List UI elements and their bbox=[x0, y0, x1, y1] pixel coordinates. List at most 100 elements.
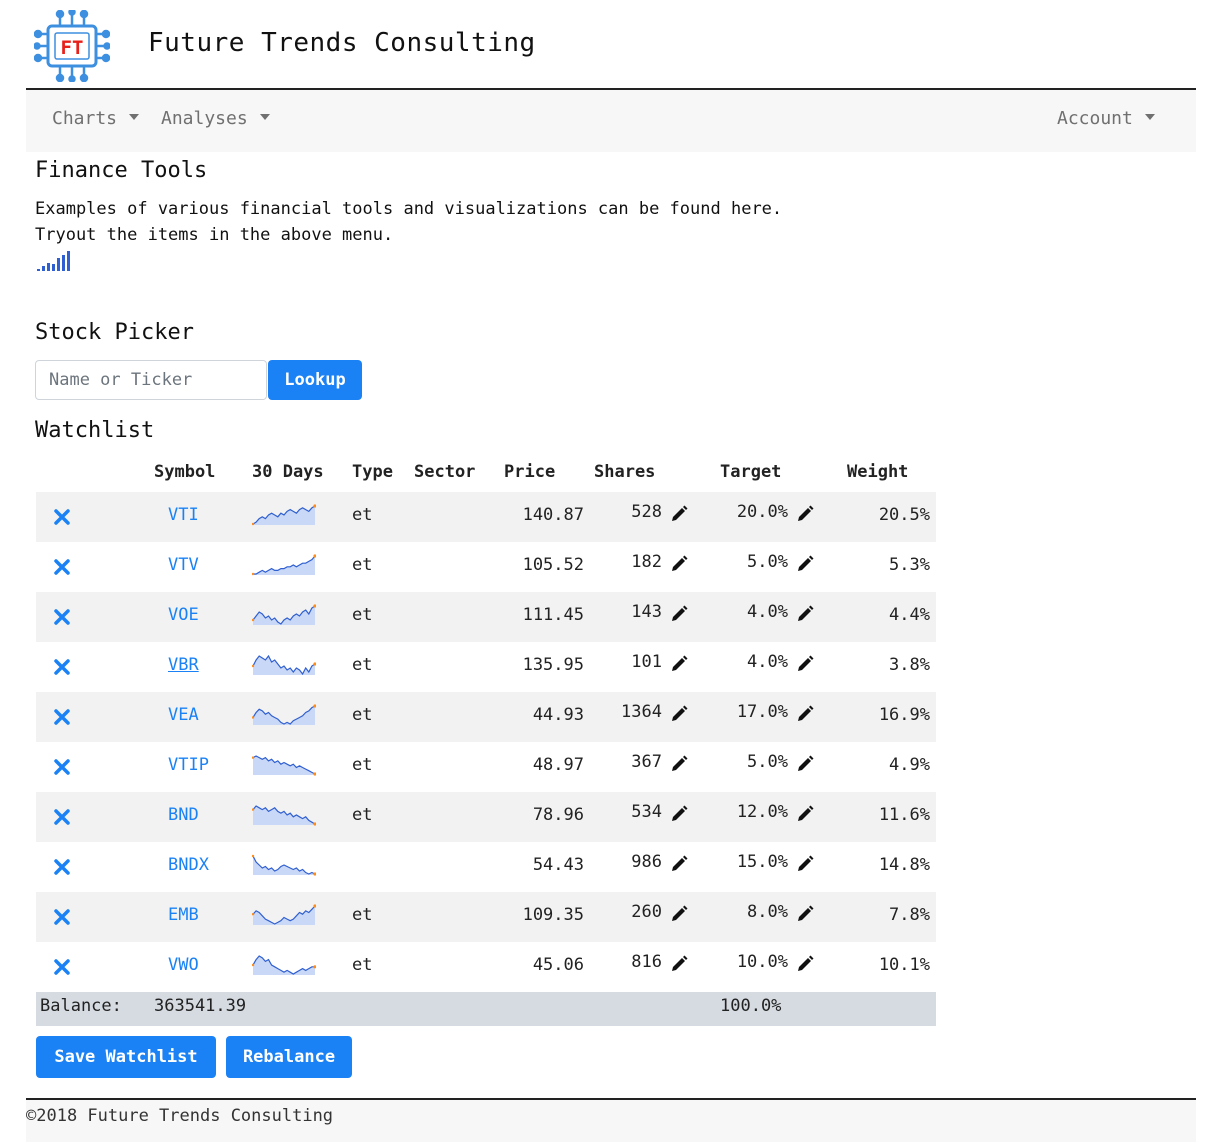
edit-shares-icon[interactable] bbox=[669, 554, 689, 574]
symbol-link[interactable]: VEA bbox=[168, 705, 199, 725]
remove-icon[interactable] bbox=[52, 557, 72, 577]
price-cell: 48.97 bbox=[532, 755, 584, 775]
sparkline-chart bbox=[252, 854, 316, 876]
nav-analyses-label: Analyses bbox=[161, 108, 248, 129]
col-symbol[interactable]: Symbol bbox=[154, 462, 215, 482]
remove-icon[interactable] bbox=[52, 907, 72, 927]
shares-cell: 986 bbox=[631, 852, 662, 872]
shares-cell: 101 bbox=[631, 652, 662, 672]
search-input[interactable] bbox=[35, 360, 267, 400]
nav-analyses-dropdown[interactable]: Analyses bbox=[161, 108, 270, 129]
edit-target-icon[interactable] bbox=[795, 604, 815, 624]
lookup-button[interactable]: Lookup bbox=[268, 360, 362, 400]
edit-target-icon[interactable] bbox=[795, 504, 815, 524]
table-row: BND et 78.96 534 12.0% 11.6% bbox=[36, 792, 936, 842]
edit-shares-icon[interactable] bbox=[669, 704, 689, 724]
col-shares[interactable]: Shares bbox=[594, 462, 655, 482]
edit-target-icon[interactable] bbox=[795, 804, 815, 824]
nav-charts-label: Charts bbox=[52, 108, 118, 129]
price-cell: 78.96 bbox=[532, 805, 584, 825]
col-type[interactable]: Type bbox=[352, 462, 393, 482]
chevron-down-icon bbox=[259, 113, 270, 120]
symbol-link[interactable]: VBR bbox=[168, 655, 199, 675]
sparkline-area bbox=[253, 606, 315, 625]
symbol-link[interactable]: VOE bbox=[168, 605, 199, 625]
edit-shares-icon[interactable] bbox=[669, 954, 689, 974]
save-watchlist-button[interactable]: Save Watchlist bbox=[36, 1036, 216, 1078]
remove-icon[interactable] bbox=[52, 757, 72, 777]
symbol-link[interactable]: VTV bbox=[168, 555, 199, 575]
footer: ©2018 Future Trends Consulting bbox=[26, 1098, 1196, 1142]
price-cell: 44.93 bbox=[532, 705, 584, 725]
svg-text:FT: FT bbox=[61, 37, 84, 59]
col-30-days[interactable]: 30 Days bbox=[252, 462, 324, 482]
edit-target-icon[interactable] bbox=[795, 854, 815, 874]
nav-account-dropdown[interactable]: Account bbox=[1057, 108, 1155, 129]
edit-target-icon[interactable] bbox=[795, 954, 815, 974]
remove-icon[interactable] bbox=[52, 607, 72, 627]
shares-cell: 182 bbox=[631, 552, 662, 572]
table-row: VWO et 45.06 816 10.0% 10.1% bbox=[36, 942, 936, 992]
remove-icon[interactable] bbox=[52, 857, 72, 877]
remove-icon[interactable] bbox=[52, 807, 72, 827]
table-row: EMB et 109.35 260 8.0% 7.8% bbox=[36, 892, 936, 942]
type-cell: et bbox=[352, 505, 373, 525]
stock-picker-title: Stock Picker bbox=[35, 320, 194, 345]
brand-title[interactable]: Future Trends Consulting bbox=[148, 28, 536, 58]
weight-cell: 4.4% bbox=[889, 605, 930, 625]
col-price[interactable]: Price bbox=[504, 462, 555, 482]
type-cell: et bbox=[352, 605, 373, 625]
balance-row: Balance: 363541.39 100.0% bbox=[36, 992, 936, 1026]
symbol-link[interactable]: VTI bbox=[168, 505, 199, 525]
edit-target-icon[interactable] bbox=[795, 704, 815, 724]
symbol-link[interactable]: EMB bbox=[168, 905, 199, 925]
shares-cell: 260 bbox=[631, 902, 662, 922]
sparkline-chart bbox=[252, 654, 316, 676]
logo-icon[interactable]: FT bbox=[34, 10, 110, 82]
edit-shares-icon[interactable] bbox=[669, 754, 689, 774]
sparkline-chart bbox=[252, 704, 316, 725]
weight-cell: 11.6% bbox=[878, 805, 930, 825]
symbol-link[interactable]: BND bbox=[168, 805, 199, 825]
weight-cell: 20.5% bbox=[878, 505, 930, 525]
edit-shares-icon[interactable] bbox=[669, 854, 689, 874]
sparkline-chart bbox=[252, 805, 316, 826]
symbol-link[interactable]: VTIP bbox=[168, 755, 209, 775]
col-weight[interactable]: Weight bbox=[847, 462, 908, 482]
weight-cell: 3.8% bbox=[889, 655, 930, 675]
rebalance-button[interactable]: Rebalance bbox=[226, 1036, 352, 1078]
edit-target-icon[interactable] bbox=[795, 554, 815, 574]
type-cell: et bbox=[352, 905, 373, 925]
edit-target-icon[interactable] bbox=[795, 754, 815, 774]
edit-shares-icon[interactable] bbox=[669, 904, 689, 924]
weight-cell: 4.9% bbox=[889, 755, 930, 775]
col-target[interactable]: Target bbox=[720, 462, 781, 482]
remove-icon[interactable] bbox=[52, 657, 72, 677]
sparkline-chart bbox=[252, 604, 316, 625]
remove-icon[interactable] bbox=[52, 507, 72, 527]
table-row: VTIP et 48.97 367 5.0% 4.9% bbox=[36, 742, 936, 792]
remove-icon[interactable] bbox=[52, 707, 72, 727]
edit-shares-icon[interactable] bbox=[669, 604, 689, 624]
col-sector[interactable]: Sector bbox=[414, 462, 475, 482]
edit-shares-icon[interactable] bbox=[669, 504, 689, 524]
target-cell: 8.0% bbox=[747, 902, 788, 922]
edit-target-icon[interactable] bbox=[795, 654, 815, 674]
sparkline-area bbox=[253, 806, 315, 825]
balance-label: Balance: bbox=[40, 996, 122, 1016]
nav-charts-dropdown[interactable]: Charts bbox=[52, 108, 140, 129]
shares-cell: 1364 bbox=[621, 702, 662, 722]
type-cell: et bbox=[352, 705, 373, 725]
edit-target-icon[interactable] bbox=[795, 904, 815, 924]
symbol-link[interactable]: BNDX bbox=[168, 855, 209, 875]
edit-shares-icon[interactable] bbox=[669, 654, 689, 674]
symbol-link[interactable]: VWO bbox=[168, 955, 199, 975]
target-cell: 4.0% bbox=[747, 652, 788, 672]
sparkline-chart bbox=[252, 504, 316, 526]
bar-chart-icon bbox=[37, 251, 70, 271]
shares-cell: 143 bbox=[631, 602, 662, 622]
site-header: FT Future Trends Consulting bbox=[26, 0, 1196, 90]
remove-icon[interactable] bbox=[52, 957, 72, 977]
weight-cell: 5.3% bbox=[889, 555, 930, 575]
edit-shares-icon[interactable] bbox=[669, 804, 689, 824]
